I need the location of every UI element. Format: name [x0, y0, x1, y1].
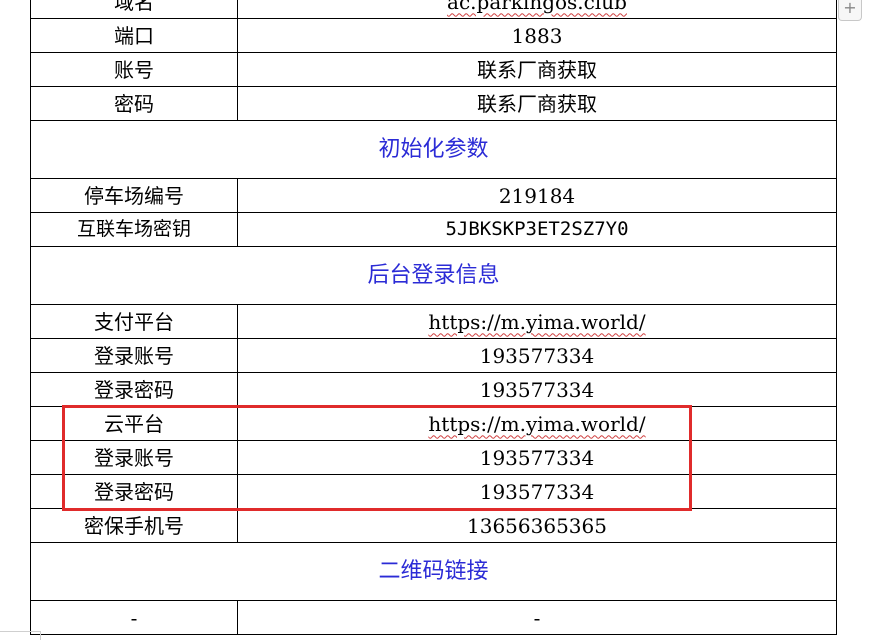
row-label-security-phone: 密保手机号: [30, 508, 238, 543]
row-label-cloud-login-password: 登录密码: [30, 474, 238, 509]
row-value-cloud-login-account: 193577334: [237, 440, 837, 475]
zoom-in-button[interactable]: +: [838, 0, 862, 21]
domain-link[interactable]: ac.parkingos.club: [447, 0, 627, 14]
table-row: 登录密码 193577334: [30, 474, 837, 509]
section-heading-backend-login: 后台登录信息: [30, 246, 837, 305]
row-label-pay-platform: 支付平台: [30, 304, 238, 339]
table-row: 登录账号 193577334: [30, 440, 837, 475]
table-row: 登录密码 193577334: [30, 372, 837, 407]
table-row: 密保手机号 13656365365: [30, 508, 837, 543]
row-label-login-account: 登录账号: [30, 338, 238, 373]
table-row: 账号 联系厂商获取: [30, 52, 837, 87]
row-value-security-phone: 13656365365: [237, 508, 837, 543]
row-label-qr-link: -: [30, 600, 238, 635]
row-value-port: 1883: [237, 18, 837, 53]
table-row: 端口 1883: [30, 18, 837, 53]
table-row: 停车场编号 219184: [30, 178, 837, 213]
row-value-password: 联系厂商获取: [237, 86, 837, 121]
row-label-domain: 域名: [30, 0, 238, 19]
row-value-pay-platform: https://m.yima.world/: [237, 304, 837, 339]
cloud-platform-link[interactable]: https://m.yima.world/: [428, 412, 645, 436]
row-label-parking-id: 停车场编号: [30, 178, 238, 213]
row-label-cloud-login-account: 登录账号: [30, 440, 238, 475]
row-label-login-password: 登录密码: [30, 372, 238, 407]
row-label-parking-key: 互联车场密钥: [30, 212, 238, 247]
table-row: 互联车场密钥 5JBKSKP3ET2SZ7Y0: [30, 212, 837, 247]
row-value-cloud-platform: https://m.yima.world/: [237, 406, 837, 441]
row-value-domain: ac.parkingos.club: [237, 0, 837, 19]
row-value-qr-link: -: [237, 600, 837, 635]
table-row: 云平台 https://m.yima.world/: [30, 406, 837, 441]
row-value-parking-id: 219184: [237, 178, 837, 213]
row-value-cloud-login-password: 193577334: [237, 474, 837, 509]
row-value-account: 联系厂商获取: [237, 52, 837, 87]
table-row: 域名 ac.parkingos.club: [30, 0, 837, 19]
row-value-login-account: 193577334: [237, 338, 837, 373]
config-table: 域名 ac.parkingos.club 端口 1883 账号 联系厂商获取 密…: [30, 0, 837, 635]
table-row: 登录账号 193577334: [30, 338, 837, 373]
row-label-password: 密码: [30, 86, 238, 121]
row-value-parking-key: 5JBKSKP3ET2SZ7Y0: [237, 212, 837, 247]
section-row: 初始化参数: [30, 120, 837, 179]
row-label-account: 账号: [30, 52, 238, 87]
table-row: 支付平台 https://m.yima.world/: [30, 304, 837, 339]
table-row: 密码 联系厂商获取: [30, 86, 837, 121]
section-row: 后台登录信息: [30, 246, 837, 305]
section-row: 二维码链接: [30, 542, 837, 601]
section-heading-qr-link: 二维码链接: [30, 542, 837, 601]
section-heading-init-params: 初始化参数: [30, 120, 837, 179]
pay-platform-link[interactable]: https://m.yima.world/: [428, 310, 645, 334]
table-row: - -: [30, 600, 837, 635]
row-label-cloud-platform: 云平台: [30, 406, 238, 441]
row-label-port: 端口: [30, 18, 238, 53]
row-value-login-password: 193577334: [237, 372, 837, 407]
